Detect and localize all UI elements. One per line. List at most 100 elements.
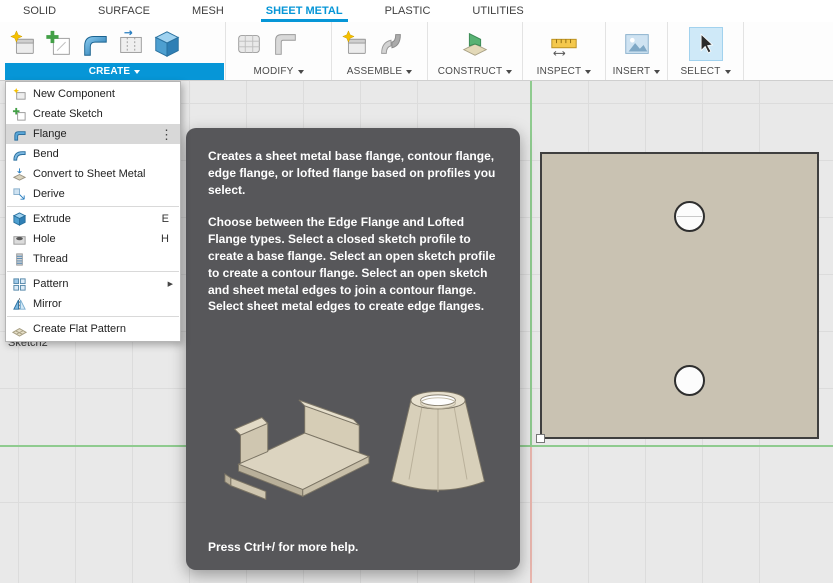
group-label: INSPECT bbox=[537, 66, 582, 77]
tab-label: SOLID bbox=[23, 5, 56, 17]
chevron-down-icon bbox=[725, 70, 731, 74]
shortcut-key: H bbox=[161, 233, 175, 245]
tab-label: SHEET METAL bbox=[266, 5, 343, 17]
menu-item-pattern[interactable]: Pattern ▶ bbox=[6, 274, 180, 294]
menu-item-label: Flange bbox=[33, 128, 152, 140]
part-hole-bottom[interactable] bbox=[674, 365, 705, 396]
tab-sheet-metal[interactable]: SHEET METAL bbox=[245, 0, 364, 22]
tooltip-paragraph-1: Creates a sheet metal base flange, conto… bbox=[208, 148, 498, 198]
toolbar-empty-space bbox=[744, 22, 833, 80]
group-label: INSERT bbox=[613, 66, 651, 77]
pattern-icon bbox=[12, 277, 27, 292]
select-cursor-icon[interactable] bbox=[689, 27, 723, 61]
menu-item-label: Hole bbox=[33, 233, 155, 245]
tab-mesh[interactable]: MESH bbox=[171, 0, 245, 22]
active-tab-underline bbox=[261, 19, 348, 22]
inspect-group-icons bbox=[523, 22, 605, 63]
tab-label: MESH bbox=[192, 5, 224, 17]
chevron-down-icon bbox=[406, 70, 412, 74]
menu-item-bend[interactable]: Bend bbox=[6, 144, 180, 164]
ribbon-toolbar: CREATE MODIFY bbox=[0, 22, 833, 81]
menu-item-hole[interactable]: Hole H bbox=[6, 229, 180, 249]
create-dropdown-menu: New Component Create Sketch Flange ⋮ Ben… bbox=[5, 81, 181, 342]
chevron-down-icon bbox=[298, 70, 304, 74]
create-sketch-icon[interactable] bbox=[44, 29, 74, 59]
menu-item-convert-to-sheet-metal[interactable]: Convert to Sheet Metal bbox=[6, 164, 180, 184]
menu-item-thread[interactable]: Thread bbox=[6, 249, 180, 269]
menu-item-label: Mirror bbox=[33, 298, 175, 310]
sheet-metal-part[interactable] bbox=[540, 152, 819, 439]
menu-item-mirror[interactable]: Mirror bbox=[6, 294, 180, 314]
inspect-dropdown-button[interactable]: INSPECT bbox=[523, 63, 605, 80]
derive-icon bbox=[12, 187, 27, 202]
menu-item-label: Pattern bbox=[33, 278, 162, 290]
flange-help-tooltip: Creates a sheet metal base flange, conto… bbox=[186, 128, 520, 570]
chevron-down-icon bbox=[654, 70, 660, 74]
tab-surface[interactable]: SURFACE bbox=[77, 0, 171, 22]
insert-image-icon[interactable] bbox=[622, 29, 652, 59]
y-axis-line bbox=[530, 81, 532, 445]
tab-label: UTILITIES bbox=[472, 5, 523, 17]
menu-separator bbox=[7, 316, 179, 317]
menu-item-label: Thread bbox=[33, 253, 175, 265]
press-pull-icon[interactable] bbox=[234, 29, 264, 59]
lofted-flange-illustration bbox=[380, 363, 496, 509]
sketch-origin-point[interactable] bbox=[536, 434, 545, 443]
flange-tool-icon[interactable] bbox=[80, 29, 110, 59]
group-label: ASSEMBLE bbox=[347, 66, 403, 77]
menu-item-derive[interactable]: Derive bbox=[6, 184, 180, 204]
toolbar-group-modify: MODIFY bbox=[226, 22, 332, 80]
mirror-icon bbox=[12, 297, 27, 312]
menu-item-label: Extrude bbox=[33, 213, 156, 225]
insert-dropdown-button[interactable]: INSERT bbox=[606, 63, 667, 80]
assemble-new-component-icon[interactable] bbox=[340, 29, 370, 59]
unfold-icon[interactable] bbox=[116, 29, 146, 59]
modify-dropdown-button[interactable]: MODIFY bbox=[226, 63, 331, 80]
menu-item-label: Create Sketch bbox=[33, 108, 175, 120]
toolbar-group-create: CREATE bbox=[0, 22, 226, 80]
create-group-icons bbox=[0, 22, 225, 63]
joint-icon[interactable] bbox=[376, 29, 406, 59]
ribbon-tab-bar: SOLID SURFACE MESH SHEET METAL PLASTIC U… bbox=[0, 0, 833, 22]
tab-label: SURFACE bbox=[98, 5, 150, 17]
submenu-arrow-icon: ▶ bbox=[168, 280, 175, 288]
part-hole-top[interactable] bbox=[674, 201, 705, 232]
menu-item-label: Bend bbox=[33, 148, 175, 160]
toolbar-group-construct: CONSTRUCT bbox=[428, 22, 523, 80]
tab-solid[interactable]: SOLID bbox=[2, 0, 77, 22]
app-window: Sketch2 e d e i SOLID SURFACE MESH SHEET… bbox=[0, 0, 833, 583]
menu-item-create-sketch[interactable]: Create Sketch bbox=[6, 104, 180, 124]
menu-separator bbox=[7, 271, 179, 272]
construction-plane-icon[interactable] bbox=[460, 29, 490, 59]
modify-group-icons bbox=[226, 22, 331, 63]
fillet-icon[interactable] bbox=[270, 29, 300, 59]
y-axis-negative-line bbox=[530, 447, 532, 583]
group-label: CREATE bbox=[89, 66, 131, 77]
construct-dropdown-button[interactable]: CONSTRUCT bbox=[428, 63, 522, 80]
menu-item-extrude[interactable]: Extrude E bbox=[6, 209, 180, 229]
tab-utilities[interactable]: UTILITIES bbox=[451, 0, 544, 22]
create-dropdown-button[interactable]: CREATE bbox=[5, 63, 224, 80]
chevron-down-icon bbox=[585, 70, 591, 74]
chevron-down-icon bbox=[506, 70, 512, 74]
menu-item-flange[interactable]: Flange ⋮ bbox=[6, 124, 180, 144]
extrude-tool-icon[interactable] bbox=[152, 29, 182, 59]
toolbar-group-select: SELECT bbox=[668, 22, 744, 80]
shortcut-key: E bbox=[162, 213, 175, 225]
tooltip-paragraph-2: Choose between the Edge Flange and Lofte… bbox=[208, 214, 498, 315]
new-component-icon[interactable] bbox=[8, 29, 38, 59]
menu-item-new-component[interactable]: New Component bbox=[6, 84, 180, 104]
tab-plastic[interactable]: PLASTIC bbox=[364, 0, 452, 22]
menu-item-create-flat-pattern[interactable]: Create Flat Pattern bbox=[6, 319, 180, 339]
kebab-menu-icon[interactable]: ⋮ bbox=[158, 128, 175, 141]
new-component-icon bbox=[12, 87, 27, 102]
assemble-dropdown-button[interactable]: ASSEMBLE bbox=[332, 63, 427, 80]
create-sketch-icon bbox=[12, 107, 27, 122]
select-dropdown-button[interactable]: SELECT bbox=[668, 63, 743, 80]
insert-group-icons bbox=[606, 22, 667, 63]
group-label: CONSTRUCT bbox=[438, 66, 503, 77]
chevron-down-icon bbox=[134, 70, 140, 74]
tooltip-illustrations bbox=[208, 331, 498, 540]
measure-icon[interactable] bbox=[549, 29, 579, 59]
menu-separator bbox=[7, 206, 179, 207]
